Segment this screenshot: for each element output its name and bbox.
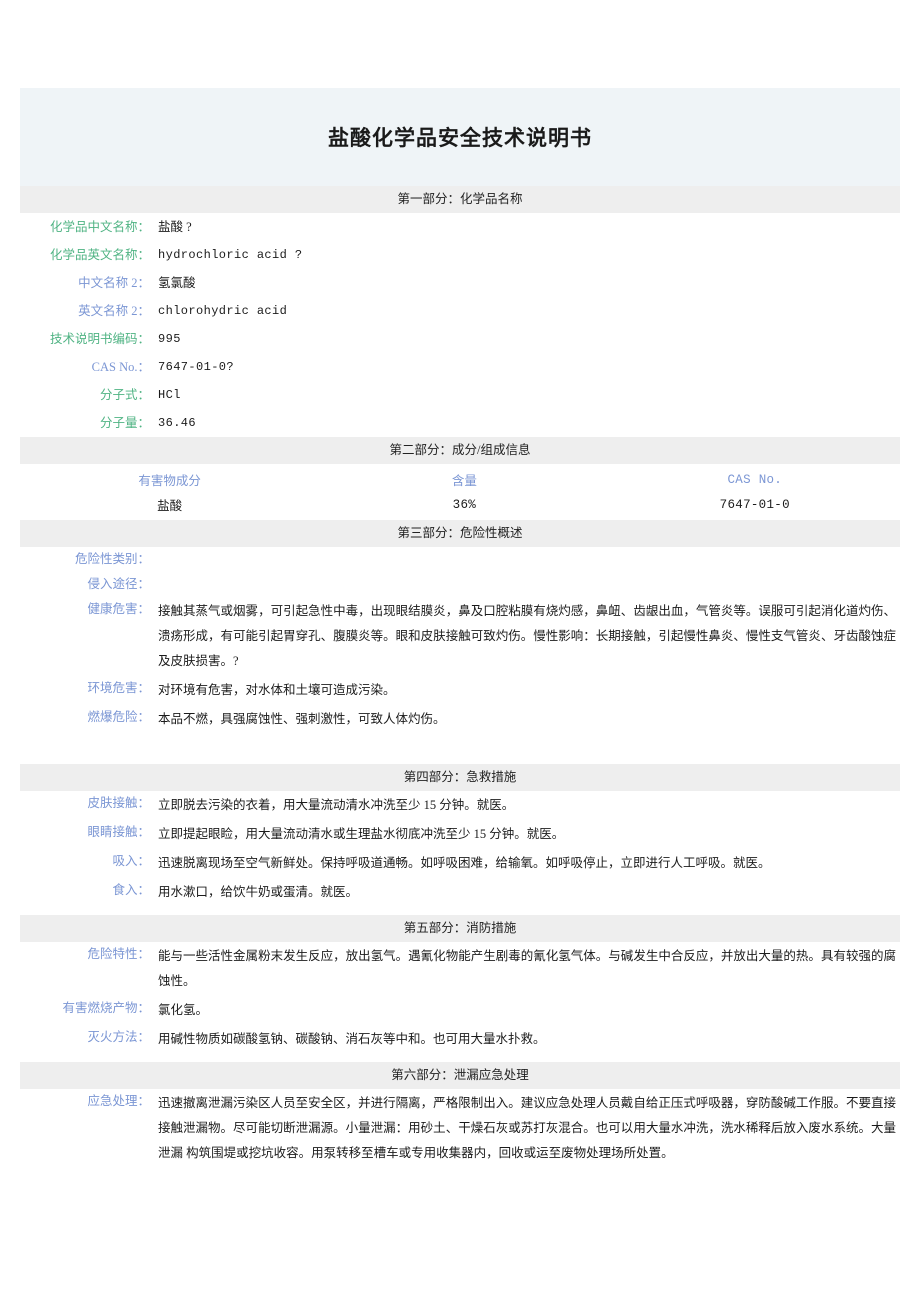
- field-value: 氢氯酸: [158, 275, 196, 290]
- field-label: 有害燃烧产物：: [62, 1001, 150, 1015]
- field-row: 化学品英文名称： hydrochloric acid ?: [20, 241, 900, 269]
- page-title: 盐酸化学品安全技术说明书: [328, 127, 592, 150]
- field-value: 36.46: [158, 415, 197, 430]
- table-row: 盐酸 36% 7647-01-0: [20, 493, 900, 520]
- field-label: 灭火方法：: [87, 1030, 150, 1044]
- field-row: 危险特性： 能与一些活性金属粉末发生反应，放出氢气。遇氰化物能产生剧毒的氰化氢气…: [20, 942, 900, 996]
- field-label: 化学品英文名称：: [49, 247, 150, 262]
- field-value: 7647-01-0?: [158, 359, 235, 374]
- field-label: 应急处理：: [87, 1094, 150, 1108]
- field-label: 化学品中文名称：: [49, 219, 150, 234]
- field-value: 盐酸 ?: [158, 219, 192, 234]
- field-label: 皮肤接触：: [87, 796, 150, 810]
- field-label: 危险性类别：: [74, 552, 150, 566]
- field-row: 技术说明书编码： 995: [20, 325, 900, 353]
- field-row: 燃爆危险： 本品不燃，具强腐蚀性、强刺激性，可致人体灼伤。: [20, 705, 900, 734]
- field-value: 立即脱去污染的衣着，用大量流动清水冲洗至少 15 分钟。就医。: [158, 798, 515, 812]
- cell-component: 盐酸: [157, 499, 183, 513]
- section-4-fields: 皮肤接触： 立即脱去污染的衣着，用大量流动清水冲洗至少 15 分钟。就医。 眼睛…: [20, 791, 900, 907]
- field-value: 立即提起眼睑，用大量流动清水或生理盐水彻底冲洗至少 15 分钟。就医。: [158, 827, 565, 841]
- field-row: 化学品中文名称： 盐酸 ?: [20, 213, 900, 241]
- field-label: 健康危害：: [87, 602, 150, 616]
- field-row: 眼睛接触： 立即提起眼睑，用大量流动清水或生理盐水彻底冲洗至少 15 分钟。就医…: [20, 820, 900, 849]
- field-label: 食入：: [112, 883, 150, 897]
- field-row: 皮肤接触： 立即脱去污染的衣着，用大量流动清水冲洗至少 15 分钟。就医。: [20, 791, 900, 820]
- field-label: 危险特性：: [87, 947, 150, 961]
- field-row: 食入： 用水漱口，给饮牛奶或蛋清。就医。: [20, 878, 900, 907]
- field-value: 对环境有危害，对水体和土壤可造成污染。: [158, 683, 396, 697]
- field-value: 本品不燃，具强腐蚀性、强刺激性，可致人体灼伤。: [158, 712, 446, 726]
- field-value: 迅速撤离泄漏污染区人员至安全区，并进行隔离，严格限制出入。建议应急处理人员戴自给…: [158, 1096, 896, 1160]
- section-header-4: 第四部分：急救措施: [20, 764, 900, 791]
- field-row: 健康危害： 接触其蒸气或烟雾，可引起急性中毒，出现眼结膜炎，鼻及口腔粘膜有烧灼感…: [20, 597, 900, 676]
- field-row: 侵入途径：: [20, 572, 900, 597]
- field-row: 灭火方法： 用碱性物质如碳酸氢钠、碳酸钠、消石灰等中和。也可用大量水扑救。: [20, 1025, 900, 1054]
- field-label: 侵入途径：: [87, 577, 150, 591]
- field-label: 中文名称 2：: [78, 275, 150, 290]
- section-header-5: 第五部分：消防措施: [20, 915, 900, 942]
- field-row: 有害燃烧产物： 氯化氢。: [20, 996, 900, 1025]
- field-value: 迅速脱离现场至空气新鲜处。保持呼吸道通畅。如呼吸困难，给输氧。如呼吸停止，立即进…: [158, 856, 771, 870]
- section-3-fields: 危险性类别： 侵入途径： 健康危害： 接触其蒸气或烟雾，可引起急性中毒，出现眼结…: [20, 547, 900, 734]
- section-1-fields: 化学品中文名称： 盐酸 ? 化学品英文名称： hydrochloric acid…: [20, 213, 900, 437]
- field-row: 环境危害： 对环境有危害，对水体和土壤可造成污染。: [20, 676, 900, 705]
- cell-content: 36%: [452, 497, 477, 512]
- section-header-6: 第六部分：泄漏应急处理: [20, 1062, 900, 1089]
- field-value: HCl: [158, 387, 181, 402]
- field-value: 氯化氢。: [158, 1003, 209, 1017]
- field-row: 吸入： 迅速脱离现场至空气新鲜处。保持呼吸道通畅。如呼吸困难，给输氧。如呼吸停止…: [20, 849, 900, 878]
- field-value: 接触其蒸气或烟雾，可引起急性中毒，出现眼结膜炎，鼻及口腔粘膜有烧灼感，鼻衄、齿龈…: [158, 604, 896, 668]
- field-label: 吸入：: [112, 854, 150, 868]
- field-row: 应急处理： 迅速撤离泄漏污染区人员至安全区，并进行隔离，严格限制出入。建议应急处…: [20, 1089, 900, 1168]
- column-header-cas: CAS No.: [727, 472, 783, 487]
- field-label: CAS No.：: [91, 359, 150, 374]
- field-label: 燃爆危险：: [87, 710, 150, 724]
- field-value: hydrochloric acid ?: [158, 247, 303, 262]
- field-row: 英文名称 2： chlorohydric acid: [20, 297, 900, 325]
- section-6-fields: 应急处理： 迅速撤离泄漏污染区人员至安全区，并进行隔离，严格限制出入。建议应急处…: [20, 1089, 900, 1168]
- field-label: 技术说明书编码：: [49, 331, 150, 346]
- field-row: 分子式： HCl: [20, 381, 900, 409]
- column-header-content: 含量: [451, 474, 477, 488]
- field-value: chlorohydric acid: [158, 303, 288, 318]
- field-value: 用水漱口，给饮牛奶或蛋清。就医。: [158, 885, 359, 899]
- field-label: 英文名称 2：: [78, 303, 150, 318]
- field-row: CAS No.： 7647-01-0?: [20, 353, 900, 381]
- cell-cas: 7647-01-0: [719, 497, 790, 512]
- section-5-fields: 危险特性： 能与一些活性金属粉末发生反应，放出氢气。遇氰化物能产生剧毒的氰化氢气…: [20, 942, 900, 1054]
- field-value: 用碱性物质如碳酸氢钠、碳酸钠、消石灰等中和。也可用大量水扑救。: [158, 1032, 546, 1046]
- section-header-1: 第一部分：化学品名称: [20, 186, 900, 213]
- field-value: 能与一些活性金属粉末发生反应，放出氢气。遇氰化物能产生剧毒的氰化氢气体。与碱发生…: [158, 949, 896, 988]
- field-row: 分子量： 36.46: [20, 409, 900, 437]
- section-header-2: 第二部分：成分/组成信息: [20, 437, 900, 464]
- field-value: 995: [158, 331, 181, 346]
- field-row: 危险性类别：: [20, 547, 900, 572]
- field-label: 分子量：: [99, 415, 150, 430]
- msds-page: 盐酸化学品安全技术说明书 第一部分：化学品名称 化学品中文名称： 盐酸 ? 化学…: [0, 0, 920, 1302]
- msds-document: 盐酸化学品安全技术说明书 第一部分：化学品名称 化学品中文名称： 盐酸 ? 化学…: [20, 88, 900, 1168]
- document-title-band: 盐酸化学品安全技术说明书: [20, 88, 900, 186]
- field-label: 环境危害：: [87, 681, 150, 695]
- table-header-row: 有害物成分 含量 CAS No.: [20, 464, 900, 493]
- column-header-component: 有害物成分: [138, 474, 201, 488]
- section-header-3: 第三部分：危险性概述: [20, 520, 900, 547]
- field-row: 中文名称 2： 氢氯酸: [20, 269, 900, 297]
- field-label: 分子式：: [99, 387, 150, 402]
- field-label: 眼睛接触：: [87, 825, 150, 839]
- composition-table: 有害物成分 含量 CAS No. 盐酸 36% 7647-01-0: [20, 464, 900, 520]
